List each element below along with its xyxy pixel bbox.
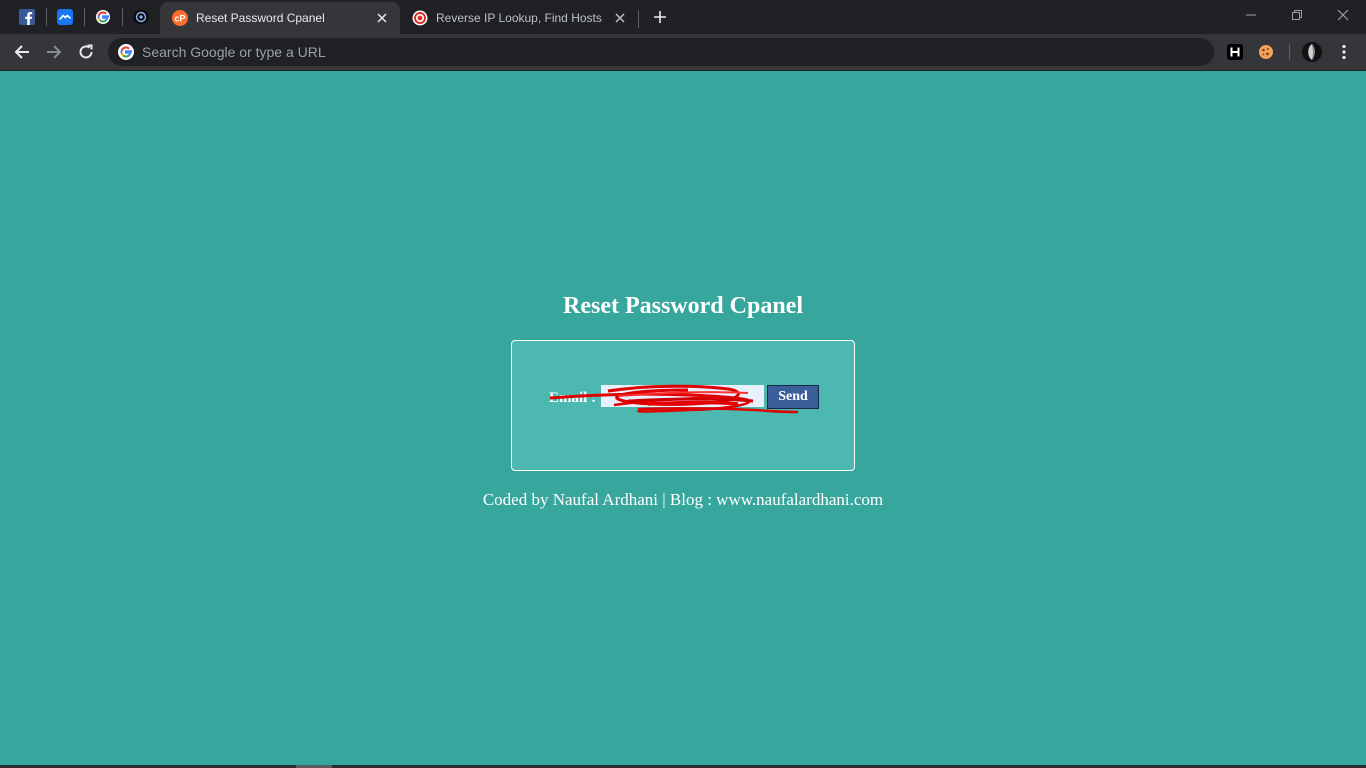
footer-credit: Coded by Naufal Ardhani | Blog : www.nau… <box>482 490 884 509</box>
tab-title: Reset Password Cpanel <box>196 11 325 25</box>
google-icon <box>96 10 110 24</box>
page-content: Reset Password Cpanel Email : Send Coded… <box>0 71 1366 768</box>
reload-button[interactable] <box>74 40 98 64</box>
gear-circle-icon <box>133 9 149 25</box>
svg-text:cP: cP <box>174 14 185 24</box>
cpanel-icon: cP <box>172 10 188 26</box>
tab-reverse-ip-lookup[interactable]: Reverse IP Lookup, Find Hosts Sh <box>400 2 638 34</box>
tab-title: Reverse IP Lookup, Find Hosts Sh <box>436 11 606 25</box>
page-title: Reset Password Cpanel <box>563 293 803 319</box>
toolbar-separator <box>1289 44 1290 60</box>
pinned-tab-messenger[interactable] <box>55 7 75 27</box>
cookie-extension-button[interactable] <box>1256 42 1276 62</box>
omnibox[interactable] <box>108 38 1214 66</box>
h-extension-icon <box>1227 44 1243 60</box>
more-menu-button[interactable] <box>1334 42 1354 62</box>
restore-icon <box>1292 10 1302 20</box>
cookie-extension-icon <box>1259 45 1273 59</box>
facebook-icon <box>19 9 35 25</box>
target-icon <box>412 10 428 26</box>
pinned-tab-dark-app[interactable] <box>131 7 151 27</box>
browser-toolbar <box>0 34 1366 71</box>
arrow-left-icon <box>14 45 29 59</box>
close-tab-icon[interactable] <box>612 10 628 26</box>
reset-password-form: Email : Send <box>511 340 855 471</box>
profile-avatar-icon <box>1302 42 1322 62</box>
forward-button[interactable] <box>42 40 66 64</box>
email-input[interactable] <box>601 385 764 407</box>
profile-button[interactable] <box>1302 42 1322 62</box>
new-tab-button[interactable] <box>650 7 670 27</box>
messenger-icon <box>57 9 73 25</box>
minimize-icon <box>1246 14 1256 16</box>
send-button[interactable]: Send <box>767 385 819 409</box>
omnibox-input[interactable] <box>142 44 1142 60</box>
restore-window-button[interactable] <box>1274 0 1320 30</box>
plus-icon <box>654 11 666 23</box>
pinned-tab-google[interactable] <box>93 7 113 27</box>
pinned-separator <box>46 8 47 26</box>
more-menu-icon <box>1342 44 1346 60</box>
h-extension-button[interactable] <box>1225 42 1245 62</box>
minimize-window-button[interactable] <box>1228 0 1274 30</box>
close-icon <box>1337 9 1349 21</box>
reload-icon <box>79 44 93 59</box>
tab-reset-password-cpanel[interactable]: cP Reset Password Cpanel <box>160 2 400 34</box>
pinned-tab-facebook[interactable] <box>17 7 37 27</box>
arrow-right-icon <box>47 45 62 59</box>
close-window-button[interactable] <box>1320 0 1366 30</box>
pinned-separator <box>122 8 123 26</box>
back-button[interactable] <box>10 40 34 64</box>
google-icon <box>118 44 134 60</box>
email-label: Email : <box>549 390 597 406</box>
tab-strip: cP Reset Password Cpanel Reverse IP Look… <box>0 0 1366 34</box>
pinned-separator <box>84 8 85 26</box>
close-tab-icon[interactable] <box>374 10 390 26</box>
tab-separator <box>638 10 639 28</box>
